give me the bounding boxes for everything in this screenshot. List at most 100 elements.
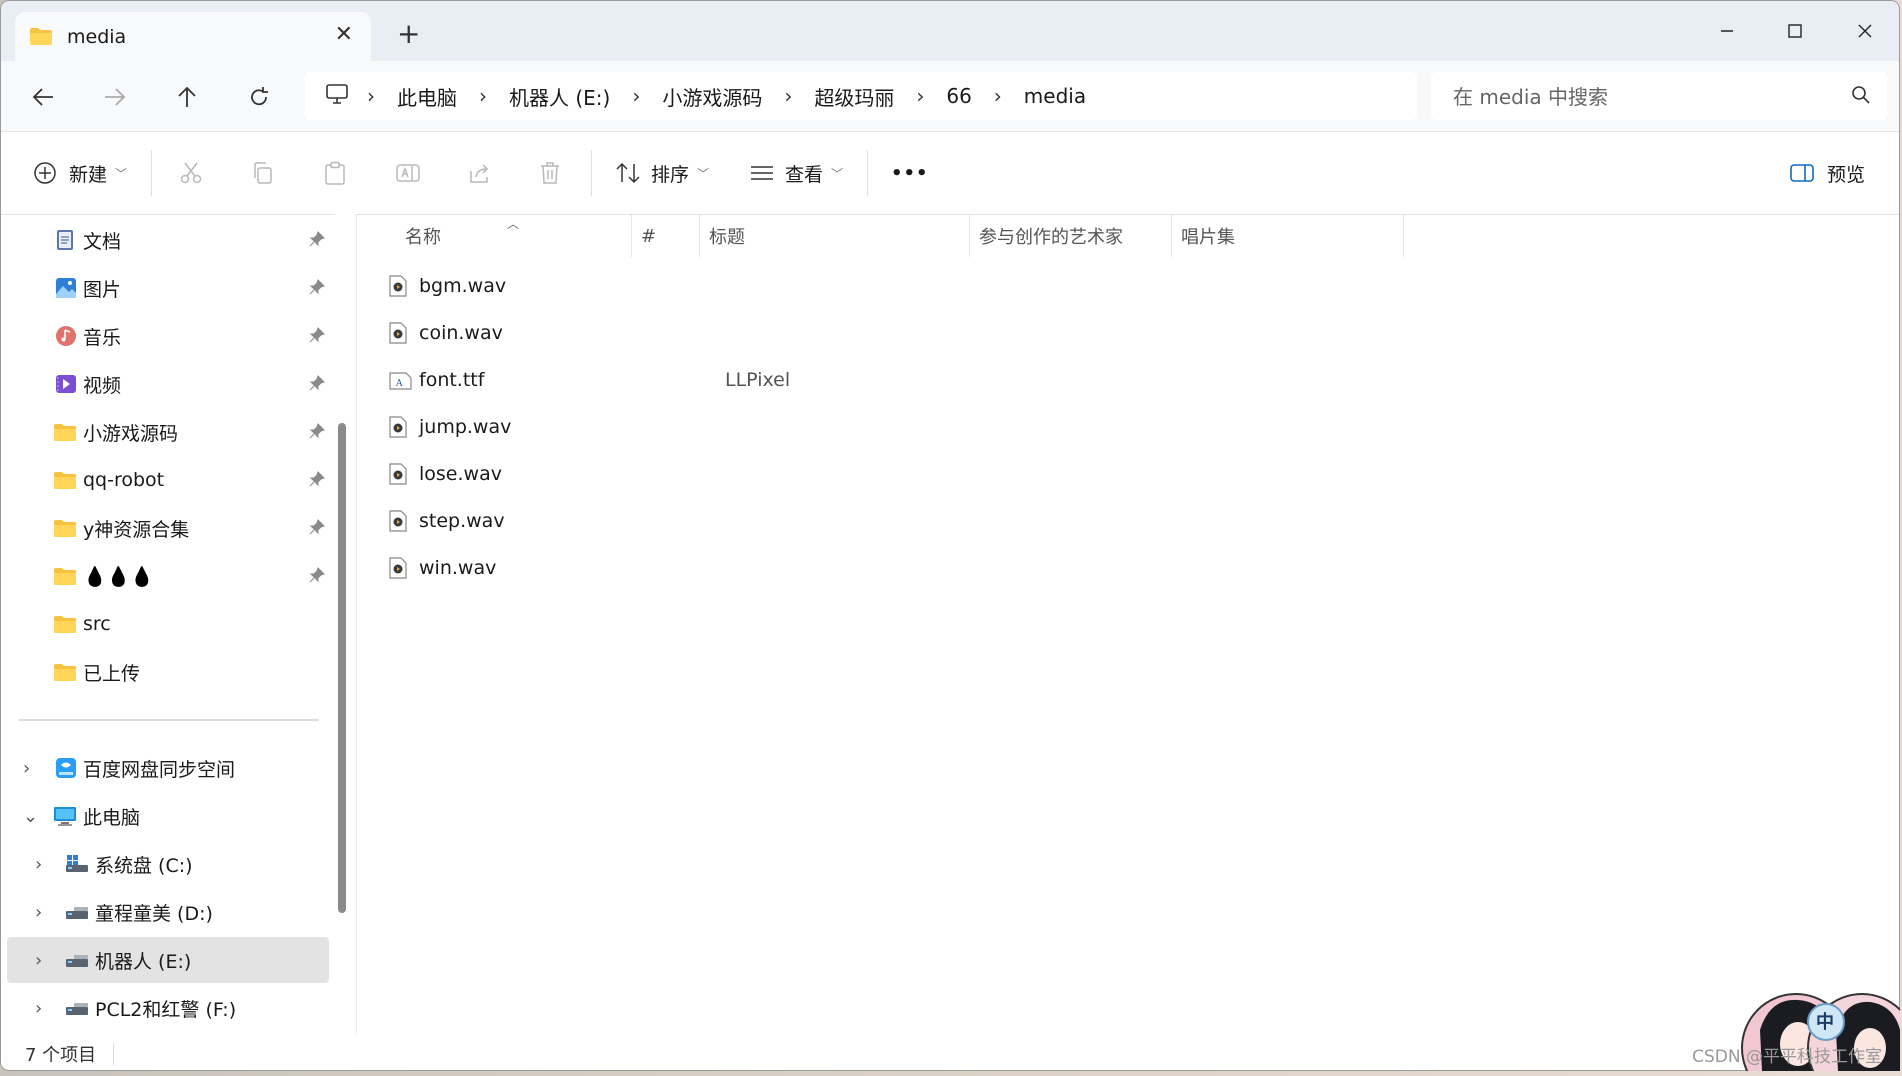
back-button[interactable] (25, 81, 61, 113)
breadcrumb-minigame-source[interactable]: 小游戏源码 (662, 82, 762, 111)
breadcrumb-drive-e[interactable]: 机器人 (E:) (509, 82, 610, 111)
new-button[interactable]: 新建 ﹀ (33, 156, 127, 190)
file-name: coin.wav (419, 322, 503, 344)
breadcrumb-chevron-icon[interactable]: › (994, 84, 1002, 108)
pin-icon[interactable] (309, 230, 325, 252)
refresh-button[interactable] (241, 81, 277, 113)
sidebar-item-label: 图片 (83, 278, 122, 301)
computer-monitor-icon[interactable] (325, 83, 349, 110)
sidebar-item-src[interactable]: src (7, 601, 329, 647)
column-divider[interactable] (969, 215, 970, 257)
chevron-right-icon[interactable]: › (35, 998, 42, 1019)
pane-divider[interactable] (356, 215, 357, 1035)
forward-button[interactable] (97, 81, 133, 113)
sidebar-item-videos[interactable]: 视频 (7, 361, 329, 407)
address-row: › 此电脑 › 机器人 (E:) › 小游戏源码 › 超级玛丽 › 66 › m… (1, 61, 1899, 132)
sidebar-item-minigame-source[interactable]: 小游戏源码 (7, 409, 329, 455)
sidebar-item-label: 童程童美 (D:) (95, 902, 213, 925)
folder-icon (29, 27, 53, 51)
view-button[interactable]: 查看 ﹀ (749, 156, 843, 190)
chevron-right-icon[interactable]: › (23, 758, 30, 779)
search-input[interactable] (1431, 72, 1855, 122)
breadcrumb-chevron-icon[interactable]: › (632, 84, 640, 108)
breadcrumb-chevron-icon[interactable]: › (916, 84, 924, 108)
tab-media[interactable]: media ✕ (15, 12, 371, 61)
breadcrumb-chevron-icon[interactable]: › (784, 84, 792, 108)
search-icon[interactable] (1851, 85, 1871, 110)
close-window-button[interactable] (1845, 11, 1885, 51)
sort-label: 排序 (651, 163, 690, 186)
file-row-bgm[interactable]: bgm.wav (379, 264, 1479, 308)
forward-arrow-icon (105, 88, 126, 106)
sort-button[interactable]: 排序 ﹀ (615, 156, 709, 190)
sidebar-item-drive-e[interactable]: › 机器人 (E:) (7, 937, 329, 983)
sidebar-item-label: 百度网盘同步空间 (83, 758, 236, 781)
chevron-right-icon[interactable]: › (35, 854, 42, 875)
column-divider[interactable] (1171, 215, 1172, 257)
share-button[interactable] (467, 156, 491, 190)
column-header-album[interactable]: 唱片集 (1181, 215, 1235, 257)
column-header-number[interactable]: # (641, 215, 656, 257)
breadcrumb-chevron-icon[interactable]: › (367, 84, 375, 108)
file-row-jump[interactable]: jump.wav (379, 405, 1479, 449)
sidebar-item-drive-d[interactable]: › 童程童美 (D:) (7, 889, 329, 935)
pin-icon[interactable] (309, 278, 325, 300)
file-row-coin[interactable]: coin.wav (379, 311, 1479, 355)
chevron-right-icon[interactable]: › (35, 902, 42, 923)
sidebar-item-baidu-netdisk[interactable]: › 百度网盘同步空间 (7, 745, 329, 791)
up-button[interactable] (169, 81, 205, 113)
new-tab-button[interactable]: + (397, 20, 420, 48)
computer-icon (53, 805, 77, 827)
pin-icon[interactable] (309, 326, 325, 348)
breadcrumb-super-mario[interactable]: 超级玛丽 (814, 82, 894, 111)
pin-icon[interactable] (309, 374, 325, 396)
delete-button[interactable] (539, 156, 561, 190)
address-bar[interactable]: › 此电脑 › 机器人 (E:) › 小游戏源码 › 超级玛丽 › 66 › m… (305, 72, 1417, 120)
chevron-right-icon[interactable]: › (35, 950, 42, 971)
sidebar-item-qq-robot[interactable]: qq-robot (7, 457, 329, 503)
pin-icon[interactable] (309, 518, 325, 540)
file-name: bgm.wav (419, 275, 507, 297)
column-header-title[interactable]: 标题 (709, 215, 745, 257)
copy-button[interactable] (251, 156, 275, 190)
pin-icon[interactable] (309, 422, 325, 444)
breadcrumb-chevron-icon[interactable]: › (479, 84, 487, 108)
maximize-button[interactable] (1775, 11, 1815, 51)
column-divider[interactable] (631, 215, 632, 257)
sidebar-item-music[interactable]: 音乐 (7, 313, 329, 359)
column-header-artists[interactable]: 参与创作的艺术家 (979, 215, 1123, 257)
pin-icon[interactable] (309, 566, 325, 588)
scrollbar-thumb[interactable] (338, 423, 346, 913)
file-name: jump.wav (419, 416, 512, 438)
preview-pane-button[interactable]: 预览 (1789, 156, 1865, 190)
sidebar-item-y-resources[interactable]: y神资源合集 (7, 505, 329, 551)
column-divider[interactable] (699, 215, 700, 257)
sidebar-scrollbar[interactable] (335, 213, 355, 1035)
breadcrumb-media[interactable]: media (1024, 84, 1086, 108)
sidebar-item-droplets-folder[interactable]: 💧💧💧 (7, 553, 329, 599)
more-options-button[interactable]: ••• (891, 156, 929, 190)
file-title: LLPixel (725, 369, 791, 391)
sidebar-item-documents[interactable]: 文档 (7, 217, 329, 263)
close-tab-icon[interactable]: ✕ (335, 22, 353, 47)
sidebar-item-pictures[interactable]: 图片 (7, 265, 329, 311)
column-divider[interactable] (1403, 215, 1404, 257)
pin-icon[interactable] (309, 470, 325, 492)
breadcrumb-this-pc[interactable]: 此电脑 (397, 82, 457, 111)
file-row-lose[interactable]: lose.wav (379, 452, 1479, 496)
sidebar-item-uploaded[interactable]: 已上传 (7, 649, 329, 695)
breadcrumb-66[interactable]: 66 (946, 84, 971, 108)
minimize-button[interactable] (1707, 11, 1747, 51)
chevron-down-icon[interactable]: ⌄ (23, 806, 38, 827)
rename-button[interactable] (395, 156, 421, 190)
column-header-name[interactable]: 名称 (405, 215, 441, 257)
cut-button[interactable] (179, 156, 203, 190)
paste-button[interactable] (323, 156, 347, 190)
sidebar-item-this-pc[interactable]: ⌄ 此电脑 (7, 793, 329, 839)
sidebar-item-drive-c[interactable]: › 系统盘 (C:) (7, 841, 329, 887)
file-row-font[interactable]: A font.ttf LLPixel (379, 358, 1479, 402)
file-row-step[interactable]: step.wav (379, 499, 1479, 543)
file-row-win[interactable]: win.wav (379, 546, 1479, 590)
sidebar-item-drive-f[interactable]: › PCL2和红警 (F:) (7, 985, 329, 1031)
item-count: 7 个项目 (25, 1045, 97, 1066)
